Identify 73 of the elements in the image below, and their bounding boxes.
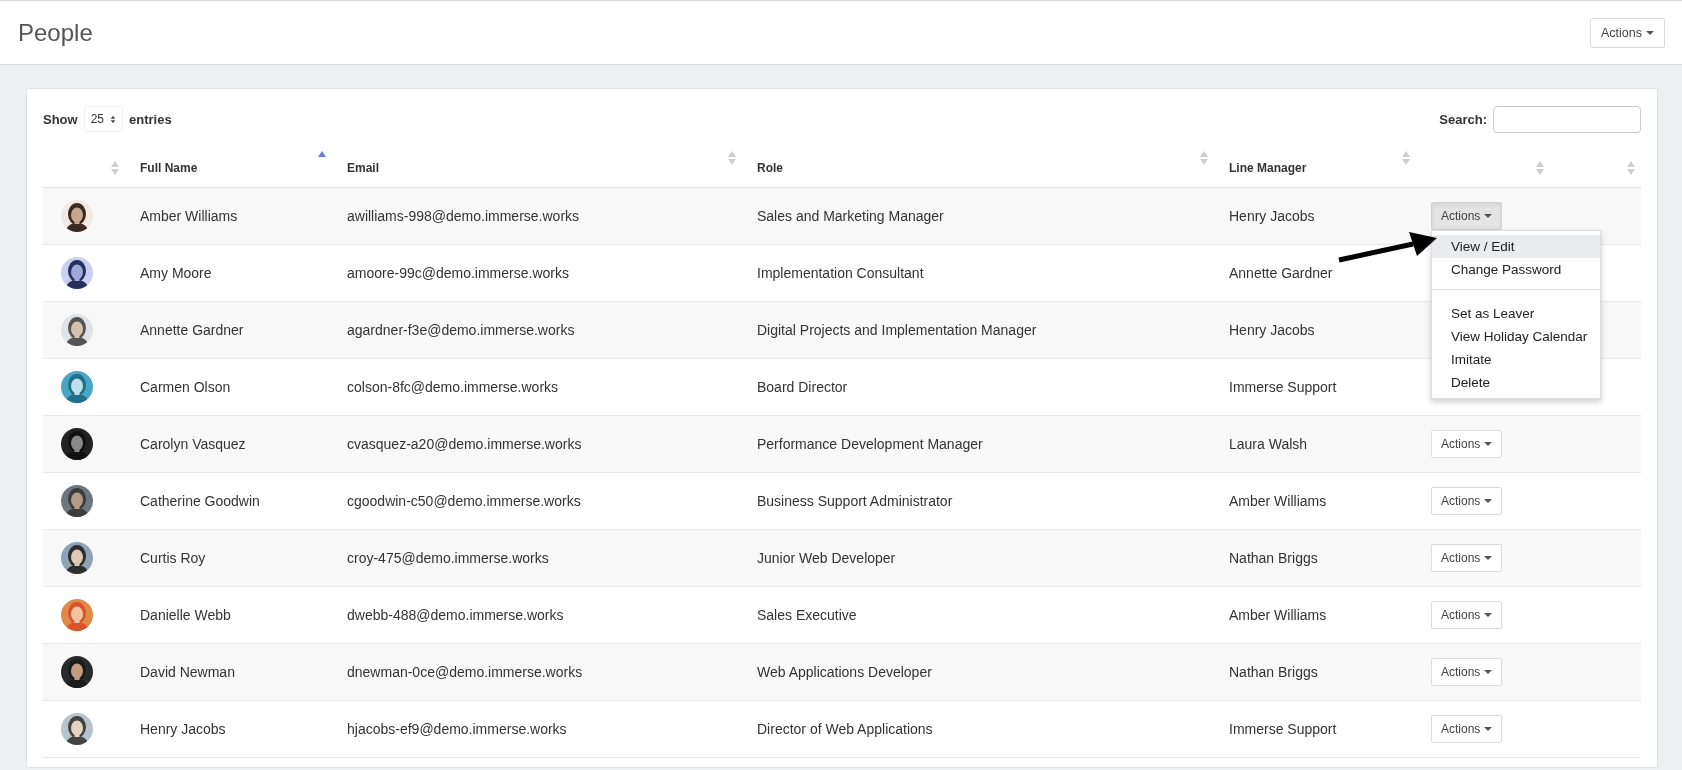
menu-item[interactable]: Delete (1432, 371, 1600, 394)
table-cell: Immerse Support (1229, 379, 1337, 395)
table-cell: dwebb-488@demo.immerse.works (347, 607, 564, 623)
search-field[interactable] (1493, 105, 1641, 133)
table-cell: Web Applications Developer (757, 664, 932, 680)
table-cell: Curtis Roy (140, 550, 206, 566)
table-cell: Carolyn Vasquez (140, 436, 246, 452)
table-cell: Danielle Webb (140, 607, 231, 623)
caret-icon (1484, 556, 1493, 560)
table-cell: Sales Executive (757, 607, 857, 623)
page-title: People (18, 18, 93, 47)
table-cell: hjacobs-ef9@demo.immerse.works (347, 721, 567, 737)
table-cell: Catherine Goodwin (140, 493, 260, 509)
table-cell: Carmen Olson (140, 379, 231, 395)
table-cell: Immerse Support (1229, 721, 1337, 737)
actions-button[interactable]: Actions (1590, 17, 1665, 48)
menu-item[interactable]: Change Password (1432, 258, 1600, 281)
column-header[interactable]: Role (757, 151, 783, 175)
show-label: Show (43, 111, 78, 127)
table-cell: Annette Gardner (1229, 265, 1333, 281)
actions-button[interactable]: Actions (1431, 202, 1503, 230)
table-cell: Digital Projects and Implementation Manager (757, 322, 1037, 338)
table-cell: Implementation Consultant (757, 265, 924, 281)
table-cell: Nathan Briggs (1229, 664, 1318, 680)
caret-icon (1484, 727, 1493, 731)
menu-item[interactable]: Imitate (1432, 348, 1600, 371)
table-cell: Henry Jacobs (140, 721, 226, 737)
table-cell: Performance Development Manager (757, 436, 983, 452)
entries-label: entries (129, 111, 172, 127)
table-cell: David Newman (140, 664, 235, 680)
caret-icon (1484, 613, 1493, 617)
table-cell: Laura Walsh (1229, 436, 1308, 452)
caret-icon (1484, 670, 1493, 674)
actions-button[interactable]: Actions (1431, 601, 1503, 629)
actions-button[interactable]: Actions (1431, 658, 1503, 686)
table-cell: Amy Moore (140, 265, 212, 281)
table-cell: Henry Jacobs (1229, 322, 1315, 338)
table-cell: Amber Williams (1229, 493, 1327, 509)
table-cell: amoore-99c@demo.immerse.works (347, 265, 569, 281)
caret-icon (1484, 214, 1493, 218)
table-cell: cvasquez-a20@demo.immerse.works (347, 436, 582, 452)
caret-icon (1484, 499, 1493, 503)
table-cell: Nathan Briggs (1229, 550, 1318, 566)
column-header[interactable]: Full Name (140, 151, 198, 175)
column-header[interactable]: Email (347, 151, 379, 175)
table-cell: Amber Williams (1229, 607, 1327, 623)
page-size-select[interactable]: 25 (83, 106, 124, 132)
actions-button[interactable]: Actions (1431, 544, 1503, 572)
table-cell: croy-475@demo.immerse.works (347, 550, 549, 566)
caret-icon (1646, 30, 1654, 35)
table-cell: cgoodwin-c50@demo.immerse.works (347, 493, 581, 509)
actions-button[interactable]: Actions (1431, 430, 1503, 458)
table-cell: Sales and Marketing Manager (757, 208, 944, 224)
menu-item[interactable]: View / Edit (1432, 235, 1600, 258)
table-cell: Amber Williams (140, 208, 238, 224)
table-cell: Director of Web Applications (757, 721, 933, 737)
table-cell: Junior Web Developer (757, 550, 896, 566)
table-cell: Henry Jacobs (1229, 208, 1315, 224)
table-cell: dnewman-0ce@demo.immerse.works (347, 664, 583, 680)
sort-caret-icon (110, 114, 117, 124)
actions-button[interactable]: Actions (1431, 487, 1503, 515)
table-cell: Business Support Administrator (757, 493, 953, 509)
table-cell: Annette Gardner (140, 322, 244, 338)
table-cell: Board Director (757, 379, 848, 395)
table-cell: colson-8fc@demo.immerse.works (347, 379, 559, 395)
column-header[interactable]: Line Manager (1229, 151, 1307, 175)
search-label: Search: (1439, 111, 1487, 127)
table-cell: agardner-f3e@demo.immerse.works (347, 322, 575, 338)
actions-button[interactable]: Actions (1431, 715, 1503, 743)
menu-item[interactable]: View Holiday Calendar (1432, 325, 1600, 348)
menu-item[interactable]: Set as Leaver (1432, 302, 1600, 325)
caret-icon (1484, 442, 1493, 446)
table-cell: awilliams-998@demo.immerse.works (347, 208, 580, 224)
